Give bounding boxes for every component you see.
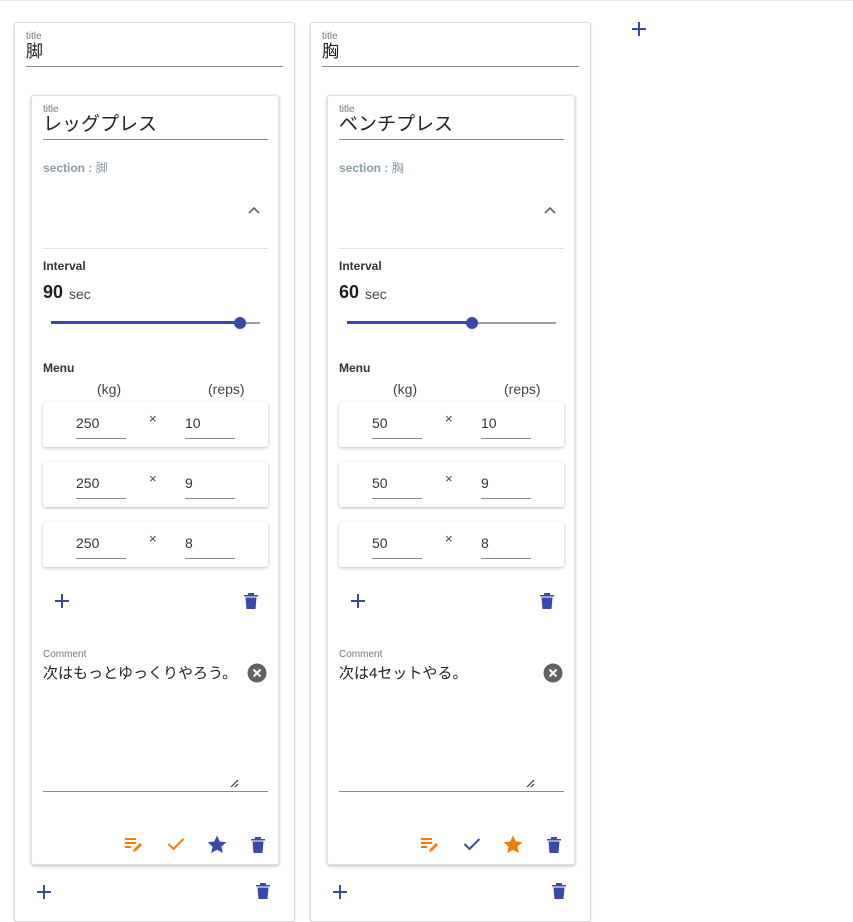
top-divider	[0, 0, 853, 1]
section-card: title 脚 title レッグプレス section : 脚 Interva…	[14, 22, 295, 922]
exercise-section-tag: section : 胸	[339, 159, 404, 176]
comment-textarea[interactable]: 次はもっとゆっくりやろう。	[43, 662, 237, 683]
reps-input[interactable]: 9	[481, 471, 531, 499]
interval-slider[interactable]	[347, 317, 556, 329]
set-row: 50 × 8	[339, 522, 564, 567]
interval-value: 60	[339, 282, 360, 302]
section-title-field[interactable]: title 胸	[322, 31, 579, 67]
section-title-field[interactable]: title 脚	[26, 31, 283, 67]
weight-unit-label: (kg)	[393, 381, 418, 397]
weight-input[interactable]: 50	[372, 471, 422, 499]
exercise-card: title レッグプレス section : 脚 Interval 90 sec…	[31, 95, 279, 865]
playlist-edit-icon[interactable]	[124, 837, 144, 853]
set-row: 250 × 8	[43, 522, 268, 567]
times-sign: ×	[445, 411, 453, 426]
interval-unit: sec	[69, 286, 91, 302]
interval-slider[interactable]	[51, 317, 260, 329]
exercise-card: title ベンチプレス section : 胸 Interval 60 sec…	[327, 95, 575, 865]
add-set-plus-icon[interactable]	[54, 593, 70, 609]
reps-input[interactable]: 10	[185, 411, 235, 439]
resize-grip-icon[interactable]	[525, 778, 535, 788]
set-row: 250 × 10	[43, 402, 268, 447]
weight-input[interactable]: 250	[76, 471, 126, 499]
delete-exercise-trash-icon[interactable]	[546, 836, 562, 854]
add-exercise-plus-icon[interactable]	[332, 884, 348, 900]
times-sign: ×	[149, 411, 157, 426]
check-icon[interactable]	[167, 837, 185, 851]
reps-input[interactable]: 8	[185, 531, 235, 559]
resize-grip-icon[interactable]	[229, 778, 239, 788]
reps-unit-label: (reps)	[208, 381, 245, 397]
add-set-plus-icon[interactable]	[350, 593, 366, 609]
reps-input[interactable]: 8	[481, 531, 531, 559]
section-title-value[interactable]: 胸	[322, 41, 339, 63]
delete-section-trash-icon[interactable]	[255, 882, 271, 900]
exercise-title-field[interactable]: title レッグプレス	[43, 104, 268, 140]
chevron-up-icon[interactable]	[246, 204, 262, 216]
star-icon[interactable]	[207, 835, 227, 854]
set-row: 50 × 9	[339, 462, 564, 507]
section-card: title 胸 title ベンチプレス section : 胸 Interva…	[310, 22, 591, 922]
comment-label: Comment	[43, 649, 87, 660]
menu-label: Menu	[43, 361, 75, 375]
times-sign: ×	[445, 471, 453, 486]
exercise-title-value[interactable]: ベンチプレス	[339, 114, 453, 136]
add-section-plus-icon[interactable]	[631, 21, 647, 37]
reps-unit-label: (reps)	[504, 381, 541, 397]
interval-label: Interval	[339, 259, 382, 273]
exercise-section-tag: section : 脚	[43, 159, 108, 176]
slider-fill	[51, 321, 240, 324]
interval-label: Interval	[43, 259, 86, 273]
comment-underline	[339, 791, 564, 792]
weight-input[interactable]: 250	[76, 411, 126, 439]
slider-fill	[347, 321, 472, 324]
slider-thumb[interactable]	[466, 317, 478, 329]
section-tag-key: section :	[43, 161, 96, 175]
exercise-title-field[interactable]: title ベンチプレス	[339, 104, 564, 140]
section-tag-value: 胸	[391, 161, 404, 175]
times-sign: ×	[149, 531, 157, 546]
comment-textarea[interactable]: 次は4セットやる。	[339, 662, 467, 683]
delete-set-trash-icon[interactable]	[243, 592, 259, 610]
clear-comment-close-circle-icon[interactable]	[543, 663, 563, 683]
exercise-divider	[43, 248, 268, 249]
weight-unit-label: (kg)	[97, 381, 122, 397]
delete-section-trash-icon[interactable]	[551, 882, 567, 900]
set-row: 250 × 9	[43, 462, 268, 507]
check-icon[interactable]	[463, 837, 481, 851]
set-row: 50 × 10	[339, 402, 564, 447]
slider-thumb[interactable]	[234, 317, 246, 329]
weight-input[interactable]: 250	[76, 531, 126, 559]
weight-input[interactable]: 50	[372, 411, 422, 439]
comment-underline	[43, 791, 268, 792]
star-icon[interactable]	[503, 835, 523, 854]
reps-input[interactable]: 10	[481, 411, 531, 439]
section-title-value[interactable]: 脚	[26, 41, 43, 63]
exercise-divider	[339, 248, 564, 249]
reps-input[interactable]: 9	[185, 471, 235, 499]
times-sign: ×	[445, 531, 453, 546]
clear-comment-close-circle-icon[interactable]	[247, 663, 267, 683]
times-sign: ×	[149, 471, 157, 486]
playlist-edit-icon[interactable]	[420, 837, 440, 853]
interval-value: 90	[43, 282, 64, 302]
interval-unit: sec	[365, 286, 387, 302]
section-tag-value: 脚	[95, 161, 108, 175]
exercise-title-value[interactable]: レッグプレス	[43, 114, 157, 136]
menu-label: Menu	[339, 361, 371, 375]
weight-input[interactable]: 50	[372, 531, 422, 559]
delete-exercise-trash-icon[interactable]	[250, 836, 266, 854]
delete-set-trash-icon[interactable]	[539, 592, 555, 610]
add-exercise-plus-icon[interactable]	[36, 884, 52, 900]
section-tag-key: section :	[339, 161, 392, 175]
comment-label: Comment	[339, 649, 383, 660]
chevron-up-icon[interactable]	[542, 204, 558, 216]
